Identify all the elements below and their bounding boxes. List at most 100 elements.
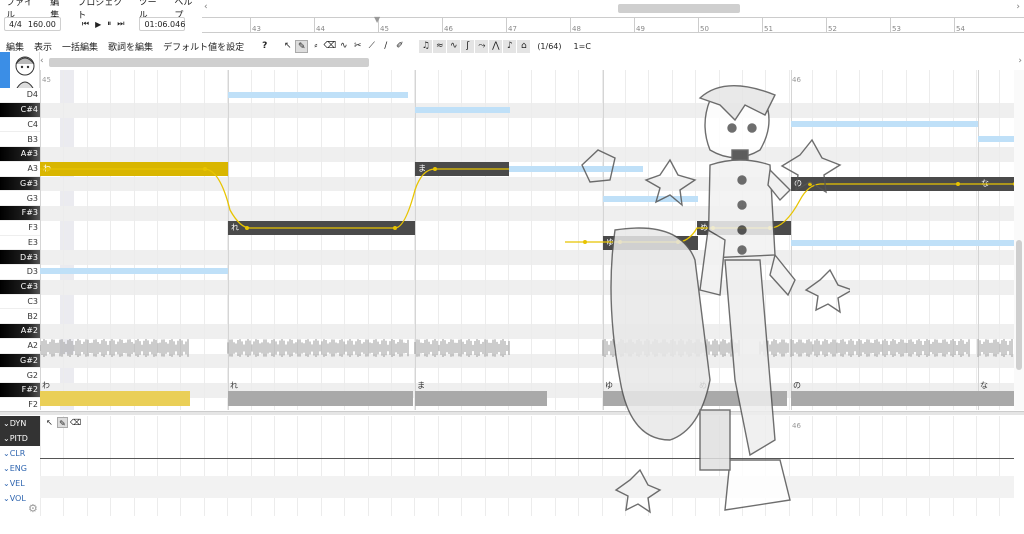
toolbar-menu-batch-edit[interactable]: 一括編集 — [62, 40, 98, 53]
piano-key-d4[interactable]: D4 — [0, 88, 40, 103]
grid-line — [40, 416, 41, 516]
playhead-marker-icon[interactable]: ▼ — [374, 15, 380, 24]
piano-keyboard: D4 C#4 C4 B3 A#3 A3 G#3 G3 F#3 F3 E3 D#3 D3 C#3 C3 B2 A#… — [0, 88, 40, 413]
toolbar-menu-edit-lyrics[interactable]: 歌詞を編集 — [108, 40, 153, 53]
scroll-right-icon[interactable]: › — [1018, 56, 1022, 66]
toolbar-menu-view[interactable]: 表示 — [34, 40, 52, 53]
piano-key-c-sharp-4[interactable]: C#4 — [0, 102, 40, 118]
piano-key-b2[interactable]: B2 — [0, 309, 40, 324]
pencil-tool-icon[interactable]: ✎ — [295, 39, 309, 53]
vertical-scrollbar[interactable] — [1014, 70, 1024, 410]
select-tool-icon[interactable]: ↖ — [44, 417, 55, 428]
grid-line — [554, 416, 556, 516]
phoneme-block[interactable] — [415, 391, 547, 406]
piano-key-b3[interactable]: B3 — [0, 132, 40, 147]
help-button[interactable]: ? — [262, 41, 267, 51]
grid-line — [180, 416, 182, 516]
param-pitd[interactable]: ⌄ PITD — [0, 431, 40, 446]
piano-key-e3[interactable]: E3 — [0, 235, 40, 251]
piano-key-d3[interactable]: D3 — [0, 265, 40, 280]
vibrato-tool-icon[interactable]: ∿ — [337, 40, 350, 53]
toolbar-menu-edit[interactable]: 編集 — [6, 40, 24, 53]
piano-roll-scrollbar[interactable]: ‹ › — [40, 56, 1024, 68]
grid-line — [461, 416, 463, 516]
pitch-pen-tool-icon[interactable]: ⸗ — [309, 40, 322, 53]
piano-key-c3[interactable]: C3 — [0, 294, 40, 310]
piano-key-g-sharp-2[interactable]: G#2 — [0, 353, 40, 369]
scroll-thumb[interactable] — [618, 4, 740, 13]
param-eng[interactable]: ⌄ ENG — [0, 461, 40, 476]
eraser-tool-icon[interactable]: ⌫ — [323, 40, 336, 53]
pitch-point[interactable] — [245, 226, 249, 230]
param-clr[interactable]: ⌄ CLR — [0, 446, 40, 461]
voicebank-avatar[interactable] — [0, 52, 40, 88]
bar-label: 47 — [508, 25, 517, 33]
piano-key-a-sharp-2[interactable]: A#2 — [0, 324, 40, 339]
piano-key-c-sharp-3[interactable]: C#3 — [0, 279, 40, 295]
lock-view-icon[interactable]: ⌂ — [517, 39, 531, 53]
timeline-ruler[interactable]: 43 44 45 46 47 48 49 50 51 52 53 54 ▼ — [202, 15, 1024, 33]
pitch-point[interactable] — [46, 167, 50, 171]
pitch-view-icon[interactable]: ʃ — [461, 39, 475, 53]
piano-key-f-sharp-3[interactable]: F#3 — [0, 206, 40, 221]
gear-icon[interactable]: ⚙ — [28, 502, 38, 515]
piano-key-a3[interactable]: A3 — [0, 161, 40, 177]
tone-view-icon[interactable]: ♪ — [503, 39, 517, 53]
piano-roll-grid[interactable]: 45 46 われまゆめのな — [40, 70, 1014, 410]
param-dyn[interactable]: ⌄ DYN — [0, 416, 40, 431]
piano-key-d-sharp-3[interactable]: D#3 — [0, 250, 40, 265]
toolbar-menu-set-defaults[interactable]: デフォルト値を設定 — [163, 40, 244, 53]
pitch-point[interactable] — [203, 167, 207, 171]
pitch-point[interactable] — [956, 182, 960, 186]
parameter-tools: ↖ ✎ ⌫ — [44, 417, 81, 428]
bar-label: 53 — [892, 25, 901, 33]
grid-line — [484, 416, 486, 516]
pause-icon[interactable]: ⏸ — [107, 19, 111, 29]
scroll-left-icon[interactable]: ‹ — [40, 56, 44, 66]
select-tool-icon[interactable]: ↖ — [281, 40, 294, 53]
timeline-scrollbar[interactable]: ‹ › — [200, 2, 1024, 14]
skip-forward-icon[interactable]: ⏭ — [117, 19, 124, 29]
piano-key-a2[interactable]: A2 — [0, 338, 40, 354]
phoneme-view-icon[interactable]: ∿ — [447, 39, 461, 53]
panel-splitter[interactable] — [0, 411, 1024, 415]
parameter-grid[interactable]: 46 — [40, 416, 1014, 516]
position-display[interactable]: 01:06.046 — [139, 17, 186, 31]
brush-tool-icon[interactable]: ✐ — [393, 40, 406, 53]
bar-label: 45 — [380, 25, 389, 33]
pencil-tool-icon[interactable]: ✎ — [57, 417, 68, 428]
snap-setting[interactable]: (1/64) — [537, 42, 561, 51]
time-signature-box[interactable]: 4/4 160.00 — [4, 17, 61, 31]
piano-key-c4[interactable]: C4 — [0, 117, 40, 133]
knife-tool-icon[interactable]: ⟋ — [365, 40, 378, 53]
piano-key-g3[interactable]: G3 — [0, 191, 40, 206]
pitch-point[interactable] — [433, 167, 437, 171]
pitch-point[interactable] — [393, 226, 397, 230]
phoneme-block[interactable] — [228, 391, 413, 406]
piano-key-g2[interactable]: G2 — [0, 368, 40, 383]
play-icon[interactable]: ▶ — [95, 20, 101, 29]
scroll-right-icon[interactable]: › — [1016, 2, 1020, 12]
bar-label: 52 — [828, 25, 837, 33]
skip-back-icon[interactable]: ⏮ — [82, 19, 89, 29]
split-tool-icon[interactable]: ✂ — [351, 40, 364, 53]
lyric-lane[interactable]: われまゆめのな — [40, 378, 1014, 408]
piano-key-a-sharp-3[interactable]: A#3 — [0, 147, 40, 162]
note-view-icon[interactable]: ♫ — [419, 39, 433, 53]
piano-key-f3[interactable]: F3 — [0, 220, 40, 236]
scroll-thumb[interactable] — [1016, 240, 1022, 370]
grid-line — [929, 416, 931, 516]
scroll-left-icon[interactable]: ‹ — [204, 2, 208, 12]
piano-key-f-sharp-2[interactable]: F#2 — [0, 383, 40, 398]
tuning-view-icon[interactable]: ⤳ — [475, 39, 489, 53]
phoneme-block[interactable] — [978, 391, 1014, 406]
eraser-tool-icon[interactable]: ⌫ — [70, 417, 81, 428]
draw-line-tool-icon[interactable]: ∕ — [379, 40, 392, 53]
envelope-view-icon[interactable]: ⋀ — [489, 39, 503, 53]
key-setting[interactable]: 1=C — [574, 42, 591, 51]
piano-key-g-sharp-3[interactable]: G#3 — [0, 176, 40, 192]
phoneme-block[interactable] — [40, 391, 190, 406]
waveform-view-icon[interactable]: ≈ — [433, 39, 447, 53]
param-vel[interactable]: ⌄ VEL — [0, 476, 40, 491]
scroll-thumb[interactable] — [49, 58, 369, 67]
